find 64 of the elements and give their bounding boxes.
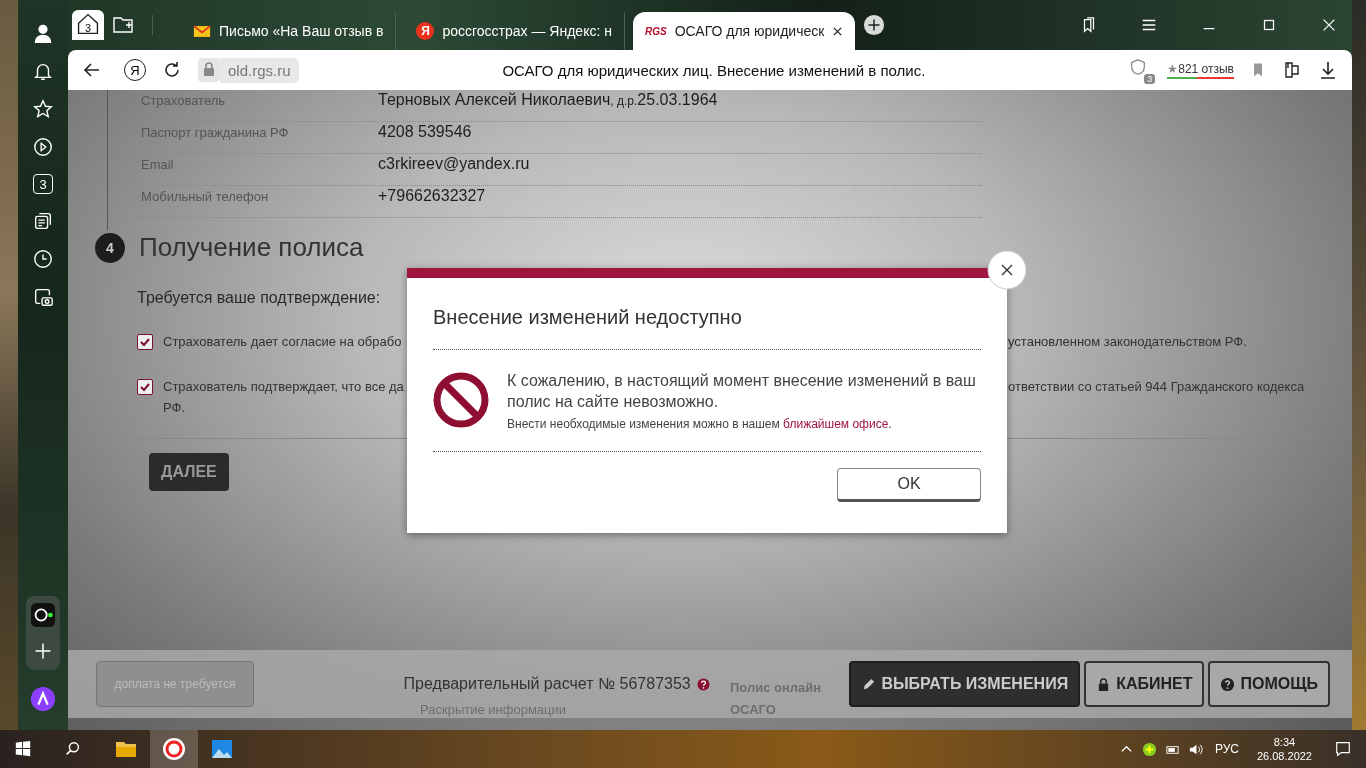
help-icon[interactable] [696,677,710,691]
field-value: Терновых Алексей Николаевич, д.р.25.03.1964 [378,91,718,109]
start-icon[interactable] [14,740,32,758]
consent-text: Страхователь подтверждает, что все да [163,378,405,395]
screenshot-icon[interactable] [32,286,54,308]
section-title: Получение полиса [139,232,364,263]
camera-widget-icon[interactable] [30,602,56,628]
lock-icon[interactable] [198,58,220,82]
reload-icon[interactable] [162,60,182,80]
tab-counter[interactable]: 3 [33,174,53,194]
field-label: Страхователь [140,93,227,108]
extensions-icon[interactable] [1282,60,1302,80]
field-label: Мобильный телефон [140,189,270,204]
field-label: Паспорт гражданина РФ [140,125,290,140]
ok-button[interactable]: OK [837,468,981,502]
help-icon [1220,676,1236,692]
browser-icon[interactable] [150,730,198,768]
field-value: +79662632327 [378,187,486,205]
download-icon[interactable] [1318,60,1338,80]
clock-icon[interactable] [32,248,54,270]
dialog-message: К сожалению, в настоящий момент внесение изменений в ваш полис на сайте невозможно. [507,371,977,412]
notification-icon[interactable] [1334,740,1352,758]
reviews-link[interactable]: ★821 отзыв [1167,61,1234,79]
toolbar-button[interactable]: ПОМОЩЬ [1208,661,1330,707]
estimate-number: Предварительный расчет № 56787353 [403,675,691,693]
consent-text: Страхователь дает согласие на обрабо [163,333,403,350]
plus-circle-icon[interactable] [1141,741,1157,757]
field-value: c3rkireev@yandex.ru [378,155,530,173]
clock-date[interactable]: 26.08.2022 [1256,750,1312,762]
assistant-icon[interactable] [30,686,56,712]
prohibited-icon [433,372,489,428]
play-icon[interactable] [32,136,54,158]
confirm-prompt: Требуется ваше подтверждение: [137,289,382,307]
clock-time[interactable]: 8:34 [1273,736,1296,748]
site-logo: RGS [644,25,667,37]
consent-text: ответствии со статьей 944 Гражданского кодекса [1008,378,1305,395]
checkbox[interactable] [137,334,153,350]
consent-text: РФ. [163,399,187,416]
toolbar-button[interactable]: КАБИНЕТ [1084,661,1205,707]
envelope-icon [193,23,211,39]
protection-button[interactable]: 3 [1129,58,1152,82]
field-label: Email [140,157,175,172]
url-field[interactable]: old.rgs.ru [220,57,299,83]
toolbar-button[interactable]: ВЫБРАТЬ ИЗМЕНЕНИЯ [849,661,1081,707]
dialog-title: Внесение изменений недоступно [433,306,743,329]
language-indicator[interactable]: РУС [1214,742,1239,756]
home-button[interactable]: 3 [72,10,104,40]
checkbox[interactable] [137,379,153,395]
close-icon[interactable] [832,25,844,37]
pencil-icon [861,676,877,692]
browser-tab[interactable]: RGS ОСАГО для юридическ [632,12,856,50]
star-icon[interactable] [32,98,54,120]
next-button[interactable]: ДАЛЕЕ [149,453,229,491]
page-title: ОСАГО для юридических лиц. Внесение изменений в полис. [501,61,927,79]
dialog-note: Внести необходимые изменения можно в нашем ближайшем офисе. [507,417,893,431]
new-tab-icon[interactable] [863,14,886,36]
field-value: 4208 539546 [378,123,472,141]
search-engine-icon: Я [416,22,435,40]
collections-icon[interactable] [32,210,54,232]
volume-icon[interactable] [1187,741,1203,757]
search-icon[interactable] [64,740,82,758]
consent-text: установленном законодательством РФ. [1008,333,1247,350]
step-number: 4 [95,232,125,263]
user-icon[interactable] [32,22,54,44]
